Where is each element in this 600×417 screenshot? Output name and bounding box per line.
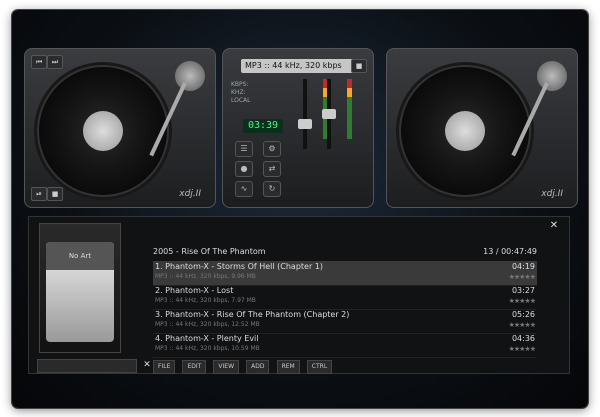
record-label-icon xyxy=(83,111,123,151)
track-time: 05:26 xyxy=(511,310,535,319)
clear-search-button[interactable]: ✕ xyxy=(141,359,153,371)
deck-logo: xdj.II xyxy=(541,189,563,199)
stop-button[interactable]: ■ xyxy=(47,187,63,201)
kbps-label: KBPS: xyxy=(231,81,249,88)
file-button[interactable]: FILE xyxy=(153,360,176,374)
track-title: 2. Phantom-X - Lost xyxy=(155,286,234,295)
track-time: 04:19 xyxy=(511,262,535,271)
record-button[interactable]: ● xyxy=(235,161,253,177)
playlist-item[interactable]: 3. Phantom-X - Rise Of The Phantom (Chap… xyxy=(153,309,537,334)
prev-button[interactable]: ⏮ xyxy=(31,55,47,69)
playlist-header: 2005 - Rise Of The Phantom 13 / 00:47:49 xyxy=(153,247,537,261)
view-button[interactable]: VIEW xyxy=(213,360,240,374)
track-subinfo: MP3 :: 44 kHz, 320 kbps, 12.52 MB xyxy=(155,321,260,328)
track-count: 13 / 00:47:49 xyxy=(483,247,537,256)
track-title: 4. Phantom-X - Plenty Evil xyxy=(155,334,259,343)
lcd-display: MP3 :: 44 kHz, 320 kbps xyxy=(241,59,357,73)
playlist-panel: No Art 2005 - Rise Of The Phantom 13 / 0… xyxy=(28,216,570,374)
track-time: 04:36 xyxy=(511,334,535,343)
no-art-label: No Art xyxy=(46,242,114,270)
add-button[interactable]: ADD xyxy=(246,360,270,374)
khz-label: KHZ: xyxy=(231,89,246,96)
vu-meter-right xyxy=(347,79,352,139)
track-subinfo: MP3 :: 44 kHz, 320 kbps, 10.59 MB xyxy=(155,345,260,352)
time-display: 03:39 xyxy=(243,119,283,133)
list-button[interactable]: ☰ xyxy=(235,141,253,157)
volume-slider-right[interactable] xyxy=(322,79,336,149)
edit-button[interactable]: EDIT xyxy=(182,360,207,374)
playlist-item[interactable]: 2. Phantom-X - Lost MP3 :: 44 kHz, 320 k… xyxy=(153,285,537,310)
track-title: 1. Phantom-X - Storms Of Hell (Chapter 1… xyxy=(155,262,324,271)
rating-stars: ★★★★★ xyxy=(508,273,536,281)
playlist-toolbar: FILE EDIT VIEW ADD REM CTRL xyxy=(153,353,334,374)
playlist-item[interactable]: 1. Phantom-X - Storms Of Hell (Chapter 1… xyxy=(153,261,537,286)
right-deck: xdj.II xyxy=(386,48,578,208)
record-label-icon xyxy=(445,111,485,151)
track-subinfo: MP3 :: 44 kHz, 320 kbps, 9.96 MB xyxy=(155,273,256,280)
track-subinfo: MP3 :: 44 kHz, 320 kbps, 7.97 MB xyxy=(155,297,256,304)
ctrl-button[interactable]: CTRL xyxy=(306,360,333,374)
repeat-button[interactable]: ↻ xyxy=(263,181,281,197)
deck-logo: xdj.II xyxy=(179,189,201,199)
volume-slider-left[interactable] xyxy=(298,79,312,149)
play-pause-button[interactable]: ⏯ xyxy=(31,187,47,201)
local-label: LOCAL xyxy=(231,97,251,104)
track-info: KBPS: KHZ: LOCAL xyxy=(231,81,291,115)
track-title: 3. Phantom-X - Rise Of The Phantom (Chap… xyxy=(155,310,350,319)
shuffle-button[interactable]: ⇄ xyxy=(263,161,281,177)
next-button[interactable]: ⏭ xyxy=(47,55,63,69)
track-time: 03:27 xyxy=(511,286,535,295)
rating-stars: ★★★★★ xyxy=(508,321,536,329)
album-art: No Art xyxy=(39,223,121,353)
right-platter[interactable] xyxy=(399,65,531,197)
rating-stars: ★★★★★ xyxy=(508,297,536,305)
left-platter[interactable] xyxy=(37,65,169,197)
tonearm-pivot xyxy=(537,61,567,91)
tonearm-pivot xyxy=(175,61,205,91)
left-deck: ⏮ ⏭ ⏯ ■ xdj.II xyxy=(24,48,216,208)
remove-button[interactable]: REM xyxy=(276,360,300,374)
mixer-close-button[interactable]: ■ xyxy=(351,59,367,73)
cd-case-icon: No Art xyxy=(46,242,114,342)
search-input[interactable] xyxy=(37,359,137,373)
rating-stars: ★★★★★ xyxy=(508,345,536,353)
eq-button[interactable]: ⚙ xyxy=(263,141,281,157)
mixer: MP3 :: 44 kHz, 320 kbps KBPS: KHZ: LOCAL… xyxy=(222,48,374,208)
close-playlist-button[interactable]: ✕ xyxy=(548,220,560,232)
album-title: 2005 - Rise Of The Phantom xyxy=(153,247,266,256)
xdj-window: ⏮ ⏭ ⏯ ■ xdj.II MP3 :: 44 kHz, 320 kbps K… xyxy=(0,0,600,417)
wave-button[interactable]: ∿ xyxy=(235,181,253,197)
